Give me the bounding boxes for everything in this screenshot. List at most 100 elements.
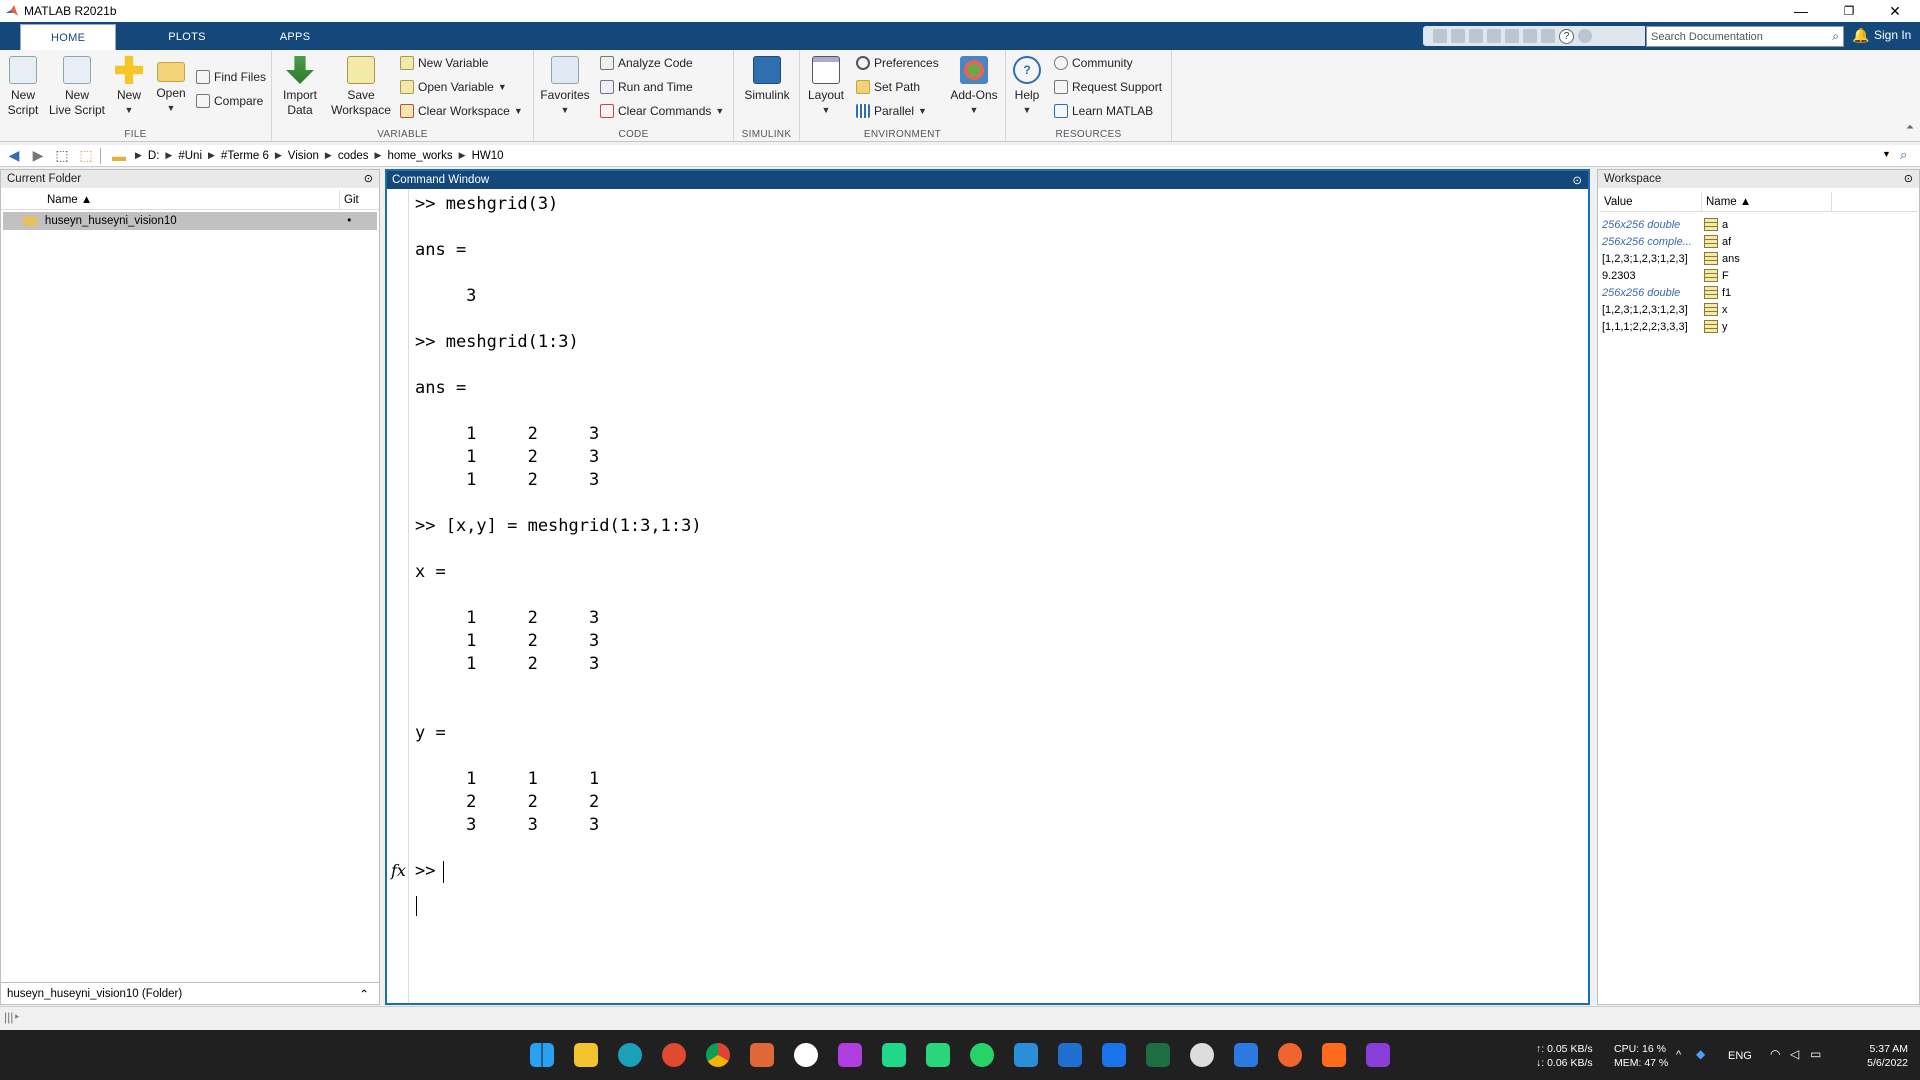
new-variable-button[interactable]: New Variable bbox=[400, 56, 488, 70]
preferences-button[interactable]: Preferences bbox=[856, 56, 939, 70]
minimize-button[interactable]: — bbox=[1778, 0, 1824, 22]
whatsapp-icon[interactable] bbox=[970, 1043, 994, 1067]
excel-icon[interactable] bbox=[1146, 1043, 1170, 1067]
folder-details-bar[interactable]: huseyn_huseyni_vision10 (Folder) ⌃ bbox=[1, 982, 379, 1004]
open-button[interactable]: Open ▼ bbox=[154, 56, 188, 116]
new-button[interactable]: New ▼ bbox=[114, 56, 144, 118]
paste-icon[interactable] bbox=[1487, 29, 1501, 43]
breadcrumb-item[interactable]: HW10 bbox=[466, 150, 510, 162]
visual-studio-icon[interactable] bbox=[1366, 1043, 1390, 1067]
list-item[interactable]: huseyn_huseyni_vision10 • bbox=[3, 212, 377, 230]
search-documentation-input[interactable]: Search Documentation ⌕ bbox=[1646, 26, 1844, 47]
close-button[interactable]: ✕ bbox=[1872, 0, 1918, 22]
tab-plots[interactable]: PLOTS bbox=[146, 24, 228, 50]
help-button[interactable]: ? Help ▼ bbox=[1012, 56, 1042, 118]
favorites-button[interactable]: Favorites ▼ bbox=[540, 56, 590, 118]
maximize-button[interactable]: ❐ bbox=[1826, 0, 1872, 22]
wifi-icon[interactable]: ◠ bbox=[1770, 1047, 1780, 1061]
breadcrumb-item[interactable]: #Uni bbox=[172, 150, 208, 162]
edge-icon[interactable] bbox=[618, 1043, 642, 1067]
file-explorer-icon[interactable] bbox=[574, 1043, 598, 1067]
community-icon[interactable] bbox=[1578, 29, 1592, 43]
clear-commands-button[interactable]: Clear Commands ▼ bbox=[600, 104, 724, 118]
new-live-script-button[interactable]: New Live Script bbox=[48, 56, 106, 118]
notification-bell-icon[interactable]: 🔔 bbox=[1852, 27, 1869, 44]
function-browser-icon[interactable]: fx bbox=[391, 861, 406, 880]
command-output[interactable]: >> meshgrid(3) ans = 3 >> meshgrid(1:3) … bbox=[415, 193, 702, 883]
forward-arrow-icon[interactable]: ▶ bbox=[28, 147, 48, 164]
column-value-header[interactable]: Value bbox=[1600, 192, 1702, 211]
vscode-icon[interactable] bbox=[1014, 1043, 1038, 1067]
column-git-header[interactable]: Git bbox=[339, 190, 379, 209]
parallel-button[interactable]: Parallel ▼ bbox=[856, 104, 927, 118]
browse-folder-icon[interactable]: ⬚ bbox=[76, 147, 96, 164]
up-folder-icon[interactable]: ⬚ bbox=[52, 147, 72, 164]
app-icon[interactable] bbox=[1058, 1043, 1082, 1067]
windows-start-icon[interactable] bbox=[530, 1043, 554, 1067]
run-and-time-button[interactable]: Run and Time bbox=[600, 80, 693, 94]
breadcrumb-item[interactable]: home_works bbox=[381, 150, 458, 162]
breadcrumb-item[interactable]: codes bbox=[332, 150, 375, 162]
tab-home[interactable]: HOME bbox=[20, 24, 117, 50]
battery-icon[interactable]: ▭ bbox=[1810, 1047, 1821, 1061]
column-name-header[interactable]: Name ▲ bbox=[1702, 192, 1832, 211]
column-name-header[interactable]: Name ▲ bbox=[23, 190, 339, 209]
redo-icon[interactable] bbox=[1523, 29, 1537, 43]
mail-icon[interactable] bbox=[1102, 1043, 1126, 1067]
clock[interactable]: 5:37 AM 5/6/2022 bbox=[1852, 1042, 1908, 1070]
copy-icon[interactable] bbox=[1469, 29, 1483, 43]
clion-icon[interactable] bbox=[926, 1043, 950, 1067]
workspace-row[interactable]: [1,1,1;2,2,2;3,3,3] y bbox=[1602, 318, 1912, 335]
chevron-up-icon[interactable]: ^ bbox=[1676, 1048, 1681, 1062]
volume-icon[interactable]: ◁ bbox=[1790, 1047, 1799, 1061]
find-files-button[interactable]: Find Files bbox=[196, 70, 266, 84]
set-path-button[interactable]: Set Path bbox=[856, 80, 920, 94]
breadcrumb-item[interactable]: #Terme 6 bbox=[215, 150, 275, 162]
analyze-code-button[interactable]: Analyze Code bbox=[600, 56, 693, 70]
breadcrumb-item[interactable]: D: bbox=[142, 150, 166, 162]
switch-windows-icon[interactable] bbox=[1541, 29, 1555, 43]
panel-actions-icon[interactable]: ⊙ bbox=[1572, 173, 1582, 187]
save-workspace-button[interactable]: Save Workspace bbox=[330, 56, 392, 118]
app-icon[interactable] bbox=[794, 1043, 818, 1067]
panel-actions-icon[interactable]: ⊙ bbox=[364, 172, 373, 185]
phpstorm-icon[interactable] bbox=[838, 1043, 862, 1067]
search-folder-icon[interactable]: ⌕ bbox=[1900, 147, 1907, 163]
wordpress-icon[interactable] bbox=[1190, 1043, 1214, 1067]
simulink-button[interactable]: Simulink bbox=[742, 56, 792, 103]
breadcrumb-item[interactable]: Vision bbox=[282, 150, 325, 162]
language-indicator[interactable]: ENG bbox=[1728, 1049, 1752, 1063]
workspace-row[interactable]: 256x256 comple... af bbox=[1602, 233, 1912, 250]
address-dropdown-icon[interactable]: ▼ bbox=[1882, 149, 1891, 159]
layout-button[interactable]: Layout ▼ bbox=[806, 56, 846, 118]
search-icon[interactable]: ⌕ bbox=[1832, 29, 1839, 44]
import-data-button[interactable]: Import Data bbox=[280, 56, 320, 118]
pycharm-icon[interactable] bbox=[882, 1043, 906, 1067]
chevron-up-icon[interactable]: ⌃ bbox=[359, 987, 369, 1001]
app-tray-icon[interactable]: ◆ bbox=[1696, 1047, 1705, 1061]
workspace-row[interactable]: [1,2,3;1,2,3;1,2,3] x bbox=[1602, 301, 1912, 318]
learn-matlab-button[interactable]: Learn MATLAB bbox=[1054, 104, 1153, 118]
workspace-row[interactable]: 256x256 double a bbox=[1602, 216, 1912, 233]
matlab-taskbar-icon[interactable] bbox=[750, 1043, 774, 1067]
add-ons-button[interactable]: Add-Ons ▼ bbox=[948, 56, 1000, 118]
recorder-icon[interactable] bbox=[662, 1043, 686, 1067]
open-variable-button[interactable]: Open Variable ▼ bbox=[400, 80, 507, 94]
undo-icon[interactable] bbox=[1505, 29, 1519, 43]
compare-button[interactable]: Compare bbox=[196, 94, 263, 108]
panel-actions-icon[interactable]: ⊙ bbox=[1904, 172, 1913, 185]
new-script-button[interactable]: New Script bbox=[6, 56, 40, 118]
back-arrow-icon[interactable]: ◀ bbox=[4, 147, 24, 164]
community-button[interactable]: Community bbox=[1054, 56, 1133, 70]
collapse-ribbon-icon[interactable]: ⏶ bbox=[1906, 122, 1914, 133]
clear-workspace-button[interactable]: Clear Workspace ▼ bbox=[400, 104, 523, 118]
workspace-row[interactable]: 256x256 double f1 bbox=[1602, 284, 1912, 301]
workspace-row[interactable]: [1,2,3;1,2,3;1,2,3] ans bbox=[1602, 250, 1912, 267]
sign-in-link[interactable]: Sign In bbox=[1874, 28, 1911, 42]
cut-icon[interactable] bbox=[1451, 29, 1465, 43]
app-icon[interactable] bbox=[1322, 1043, 1346, 1067]
request-support-button[interactable]: Request Support bbox=[1054, 80, 1162, 94]
save-icon[interactable] bbox=[1433, 29, 1447, 43]
app-icon[interactable] bbox=[1278, 1043, 1302, 1067]
workspace-row[interactable]: 9.2303 F bbox=[1602, 267, 1912, 284]
